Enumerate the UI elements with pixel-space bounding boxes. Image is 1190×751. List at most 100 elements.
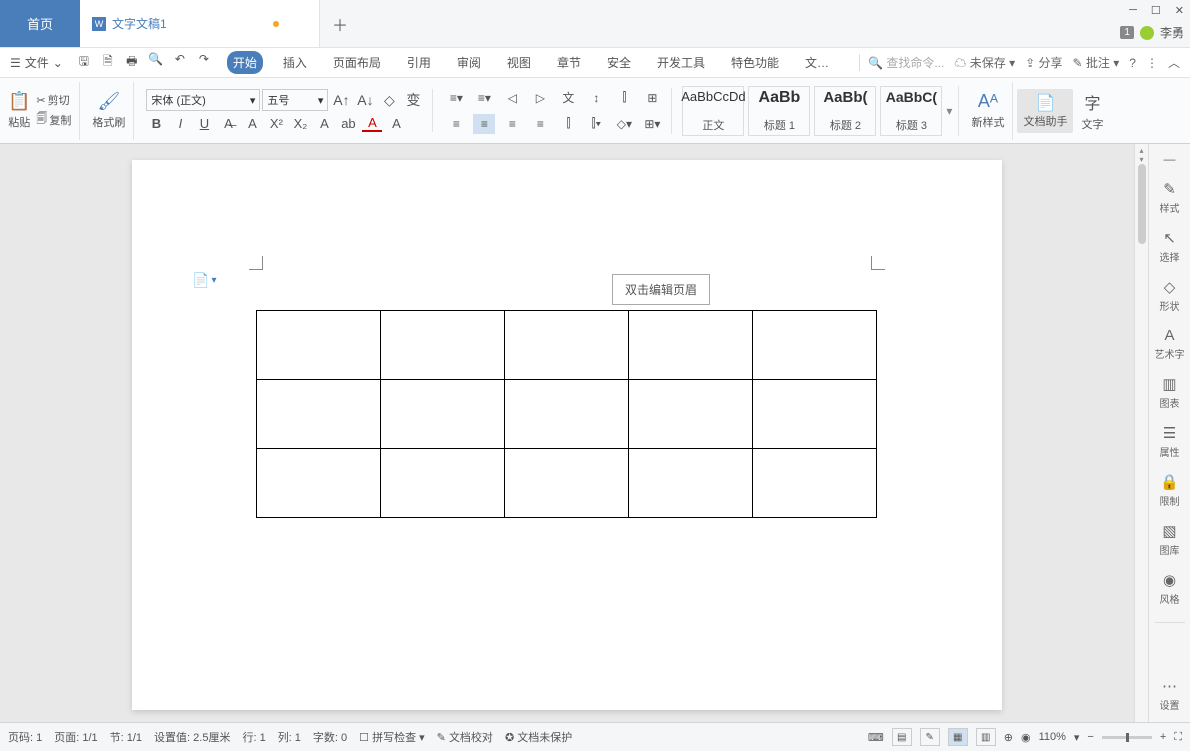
tab-chapter[interactable]: 章节 (551, 51, 587, 74)
status-words[interactable]: 字数: 0 (313, 729, 347, 745)
status-proof[interactable]: ✎ 文档校对 (437, 729, 493, 745)
font-color-icon[interactable]: A (362, 115, 382, 132)
status-section[interactable]: 节: 1/1 (110, 729, 142, 745)
bullets-icon[interactable]: ≡▾ (445, 88, 467, 108)
tab-start[interactable]: 开始 (227, 51, 263, 74)
status-page-num[interactable]: 页码: 1 (8, 729, 42, 745)
align-center-icon[interactable]: ≡ (473, 114, 495, 134)
text-effects-icon[interactable]: A (314, 116, 334, 131)
rail-styles[interactable]: ✎样式 (1160, 180, 1180, 215)
view-draft-icon[interactable]: ✎ (920, 728, 940, 746)
preview-icon[interactable]: 🔍 (147, 52, 165, 73)
file-menu[interactable]: ☰ 文件 ⌄ (10, 54, 63, 71)
paste-label[interactable]: 粘贴 (8, 114, 30, 130)
cut-button[interactable]: ✂ 剪切 (36, 92, 71, 108)
format-painter[interactable]: 🖌 格式刷 (84, 82, 134, 140)
scroll-thumb[interactable] (1138, 164, 1146, 244)
help-icon[interactable]: ? (1129, 56, 1136, 70)
redo-icon[interactable]: ↷ (195, 52, 213, 73)
highlight-icon[interactable]: A (242, 116, 262, 131)
status-setting[interactable]: 设置值: 2.5厘米 (154, 729, 230, 745)
style-heading1[interactable]: AaBb标题 1 (748, 86, 810, 136)
zoom-out-icon[interactable]: − (1087, 731, 1093, 743)
underline-icon[interactable]: U (194, 116, 214, 131)
zoom-label[interactable]: 110% (1039, 731, 1066, 743)
table-row[interactable] (257, 311, 877, 380)
rail-restrict[interactable]: 🔒限制 (1160, 473, 1180, 508)
zoom-in-icon[interactable]: + (1160, 731, 1166, 743)
style-heading2[interactable]: AaBb(标题 2 (814, 86, 876, 136)
minimize-icon[interactable]: ─ (1129, 4, 1137, 16)
italic-icon[interactable]: I (170, 116, 190, 131)
font-size-select[interactable]: 五号▾ (262, 89, 328, 111)
clear-format-icon[interactable]: ◇ (378, 89, 400, 111)
align-right-icon[interactable]: ≡ (501, 114, 523, 134)
view-print-icon[interactable]: ▦ (948, 728, 968, 746)
zoom-dropdown-icon[interactable]: ▾ (1074, 731, 1080, 744)
command-search[interactable]: 🔍 查找命令... (859, 54, 944, 71)
increase-indent-icon[interactable]: ▷ (529, 88, 551, 108)
zoom-slider[interactable] (1102, 736, 1152, 739)
page-scroll[interactable]: 📄▾ 双击编辑页眉 (0, 144, 1134, 722)
paste-icon[interactable]: 📋 (8, 91, 30, 112)
rail-settings[interactable]: ⋯设置 (1160, 677, 1180, 712)
styles-expand-icon[interactable]: ▾ (946, 104, 952, 118)
fullscreen-icon[interactable]: ⛶ (1174, 731, 1182, 744)
save-as-icon[interactable]: 🗎 (99, 52, 117, 73)
reading-icon[interactable]: ◉ (1021, 731, 1031, 744)
notification-badge[interactable]: 1 (1120, 26, 1134, 39)
vertical-scrollbar[interactable]: ▴▾ (1134, 144, 1148, 722)
sort-icon[interactable]: ↕ (585, 88, 607, 108)
char-border-icon[interactable]: A (386, 116, 406, 131)
home-tab[interactable]: 首页 (0, 0, 80, 47)
grow-font-icon[interactable]: A↑ (330, 89, 352, 111)
header-indicator-icon[interactable]: 📄▾ (192, 272, 216, 289)
tab-insert[interactable]: 插入 (277, 51, 313, 74)
scroll-nav-icon[interactable]: ▴▾ (1137, 146, 1146, 158)
avatar-icon[interactable] (1140, 26, 1154, 40)
tab-features[interactable]: 特色功能 (725, 51, 785, 74)
unsaved-button[interactable]: ☁ 未保存 ▾ (954, 54, 1015, 71)
status-line[interactable]: 行: 1 (242, 729, 265, 745)
maximize-icon[interactable]: ☐ (1151, 4, 1161, 17)
add-tab-button[interactable]: ＋ (320, 0, 360, 47)
show-marks-icon[interactable]: ⊞ (641, 88, 663, 108)
tab-security[interactable]: 安全 (601, 51, 637, 74)
document-page[interactable]: 📄▾ 双击编辑页眉 (132, 160, 1002, 710)
numbering-icon[interactable]: ≡▾ (473, 88, 495, 108)
strike-icon[interactable]: A̶ (218, 116, 238, 131)
document-table[interactable] (256, 310, 877, 518)
web-layout-icon[interactable]: ⊕ (1004, 731, 1013, 744)
align-justify-icon[interactable]: ≡ (529, 114, 551, 134)
comments-button[interactable]: ✎ 批注 ▾ (1073, 54, 1120, 71)
rail-collapse-icon[interactable]: — (1164, 152, 1176, 166)
borders-icon[interactable]: ⊞▾ (641, 114, 663, 134)
font-name-select[interactable]: 宋体 (正文)▾ (146, 89, 260, 111)
collapse-ribbon-icon[interactable]: ︿ (1168, 54, 1180, 71)
share-button[interactable]: ⇪ 分享 (1025, 54, 1062, 71)
status-page[interactable]: 页面: 1/1 (54, 729, 97, 745)
spacing-icon[interactable]: ⫿▾ (585, 114, 607, 134)
username-label[interactable]: 李勇 (1160, 24, 1184, 41)
undo-icon[interactable]: ↶ (171, 52, 189, 73)
text-tool-button[interactable]: 字 文字 (1077, 90, 1107, 132)
bold-icon[interactable]: B (146, 116, 166, 131)
table-row[interactable] (257, 380, 877, 449)
status-protect[interactable]: ✪ 文档未保护 (505, 729, 572, 745)
status-col[interactable]: 列: 1 (278, 729, 301, 745)
line-spacing-icon[interactable]: ⫿ (613, 88, 635, 108)
tab-page-layout[interactable]: 页面布局 (327, 51, 387, 74)
shrink-font-icon[interactable]: A↓ (354, 89, 376, 111)
subscript-icon[interactable]: X₂ (290, 116, 310, 131)
tab-more[interactable]: 文… (799, 51, 835, 74)
view-outline-icon[interactable]: ▤ (892, 728, 912, 746)
rail-select[interactable]: ↖选择 (1160, 229, 1180, 264)
tab-developer[interactable]: 开发工具 (651, 51, 711, 74)
superscript-icon[interactable]: X² (266, 116, 286, 131)
print-icon[interactable]: 🖶 (123, 52, 141, 73)
view-web-icon[interactable]: ▥ (976, 728, 996, 746)
save-icon[interactable]: 🖫 (75, 52, 93, 73)
rail-properties[interactable]: ☰属性 (1160, 424, 1180, 459)
status-spell[interactable]: ☐ 拼写检查 ▾ (359, 729, 425, 745)
rail-theme[interactable]: ◉风格 (1160, 571, 1180, 606)
